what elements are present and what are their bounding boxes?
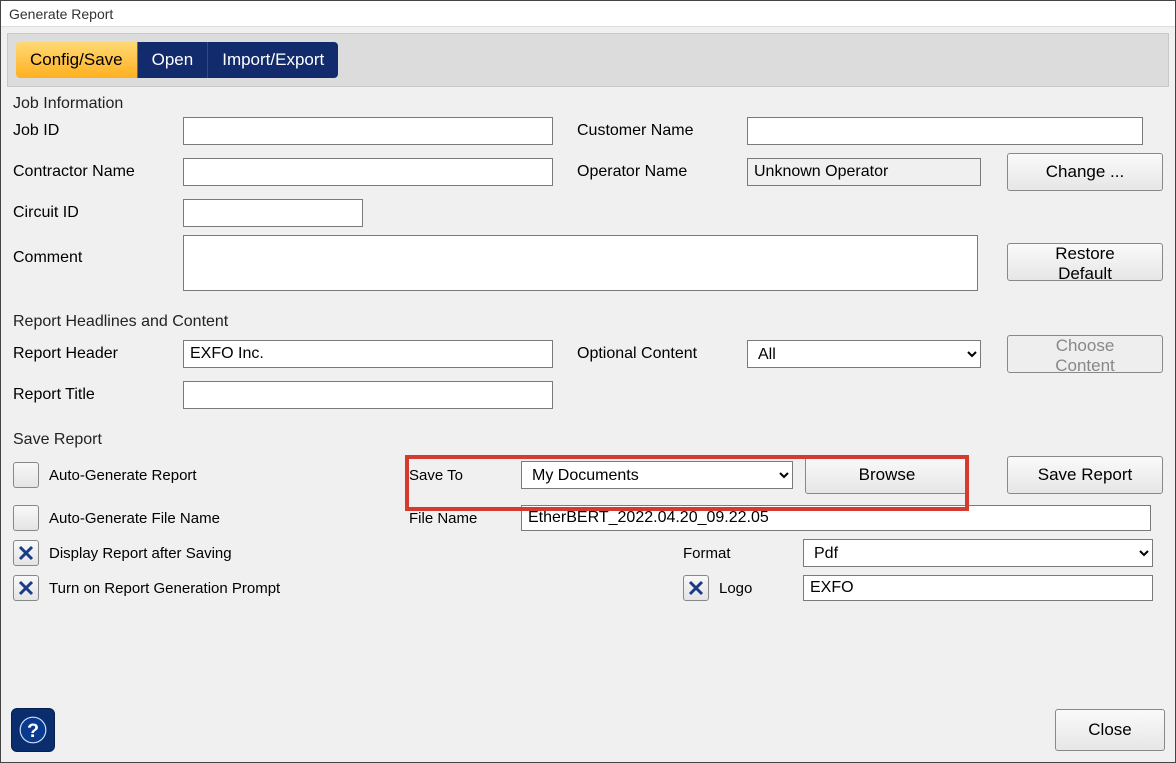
label-report-title: Report Title <box>13 386 183 404</box>
checkbox-logo[interactable] <box>683 575 709 601</box>
select-save-to[interactable]: My Documents <box>521 461 793 489</box>
checkbox-auto-generate-report[interactable] <box>13 462 39 488</box>
label-job-id: Job ID <box>13 122 183 140</box>
input-report-title[interactable] <box>183 381 553 409</box>
input-job-id[interactable] <box>183 117 553 145</box>
generate-report-window: Generate Report Config/Save Open Import/… <box>0 0 1176 763</box>
restore-default-button[interactable]: Restore Default <box>1007 243 1163 281</box>
tab-config-save[interactable]: Config/Save <box>16 42 138 78</box>
tab-import-export[interactable]: Import/Export <box>208 42 338 78</box>
checkbox-turn-on-prompt[interactable] <box>13 575 39 601</box>
browse-button[interactable]: Browse <box>805 456 969 494</box>
field-operator-name: Unknown Operator <box>747 158 981 186</box>
choose-content-button[interactable]: Choose Content <box>1007 335 1163 373</box>
x-mark-icon <box>17 579 35 597</box>
checkbox-display-after-saving[interactable] <box>13 540 39 566</box>
label-auto-generate-filename: Auto-Generate File Name <box>49 510 220 527</box>
input-report-header[interactable] <box>183 340 553 368</box>
label-save-to: Save To <box>409 467 521 484</box>
label-report-header: Report Header <box>13 345 183 363</box>
input-customer-name[interactable] <box>747 117 1143 145</box>
section-title-save-report: Save Report <box>13 431 1163 449</box>
svg-text:?: ? <box>27 720 39 742</box>
section-save-report: Save Report Auto-Generate Report Save To… <box>7 431 1169 615</box>
label-contractor-name: Contractor Name <box>13 163 183 181</box>
content-area: Config/Save Open Import/Export Job Infor… <box>1 27 1175 621</box>
label-logo: Logo <box>719 580 803 597</box>
label-operator-name: Operator Name <box>577 163 747 181</box>
label-circuit-id: Circuit ID <box>13 204 183 222</box>
close-button[interactable]: Close <box>1055 709 1165 751</box>
section-title-job-info: Job Information <box>13 95 1163 113</box>
input-contractor-name[interactable] <box>183 158 553 186</box>
section-job-information: Job Information Job ID Customer Name Con… <box>7 95 1169 305</box>
label-auto-generate-report: Auto-Generate Report <box>49 467 197 484</box>
question-mark-icon: ? <box>19 716 47 744</box>
input-circuit-id[interactable] <box>183 199 363 227</box>
select-optional-content[interactable]: All <box>747 340 981 368</box>
section-headlines: Report Headlines and Content Report Head… <box>7 313 1169 423</box>
label-file-name: File Name <box>409 510 521 527</box>
tabstrip: Config/Save Open Import/Export <box>7 33 1169 87</box>
change-operator-button[interactable]: Change ... <box>1007 153 1163 191</box>
label-display-after-saving: Display Report after Saving <box>49 545 232 562</box>
select-format[interactable]: Pdf <box>803 539 1153 567</box>
input-logo[interactable] <box>803 575 1153 601</box>
save-report-button[interactable]: Save Report <box>1007 456 1163 494</box>
window-titlebar: Generate Report <box>1 1 1175 27</box>
footer: ? Close <box>11 708 1165 752</box>
x-mark-icon <box>17 544 35 562</box>
window-title: Generate Report <box>9 6 113 22</box>
checkbox-auto-generate-filename[interactable] <box>13 505 39 531</box>
help-icon[interactable]: ? <box>11 708 55 752</box>
label-customer-name: Customer Name <box>577 122 747 140</box>
label-optional-content: Optional Content <box>577 345 747 363</box>
label-turn-on-prompt: Turn on Report Generation Prompt <box>49 580 280 597</box>
x-mark-icon <box>687 579 705 597</box>
section-title-headlines: Report Headlines and Content <box>13 313 1163 331</box>
input-comment[interactable] <box>183 235 978 291</box>
label-comment: Comment <box>13 235 183 267</box>
label-format: Format <box>683 545 803 562</box>
tab-open[interactable]: Open <box>138 42 209 78</box>
input-file-name[interactable] <box>521 505 1151 531</box>
